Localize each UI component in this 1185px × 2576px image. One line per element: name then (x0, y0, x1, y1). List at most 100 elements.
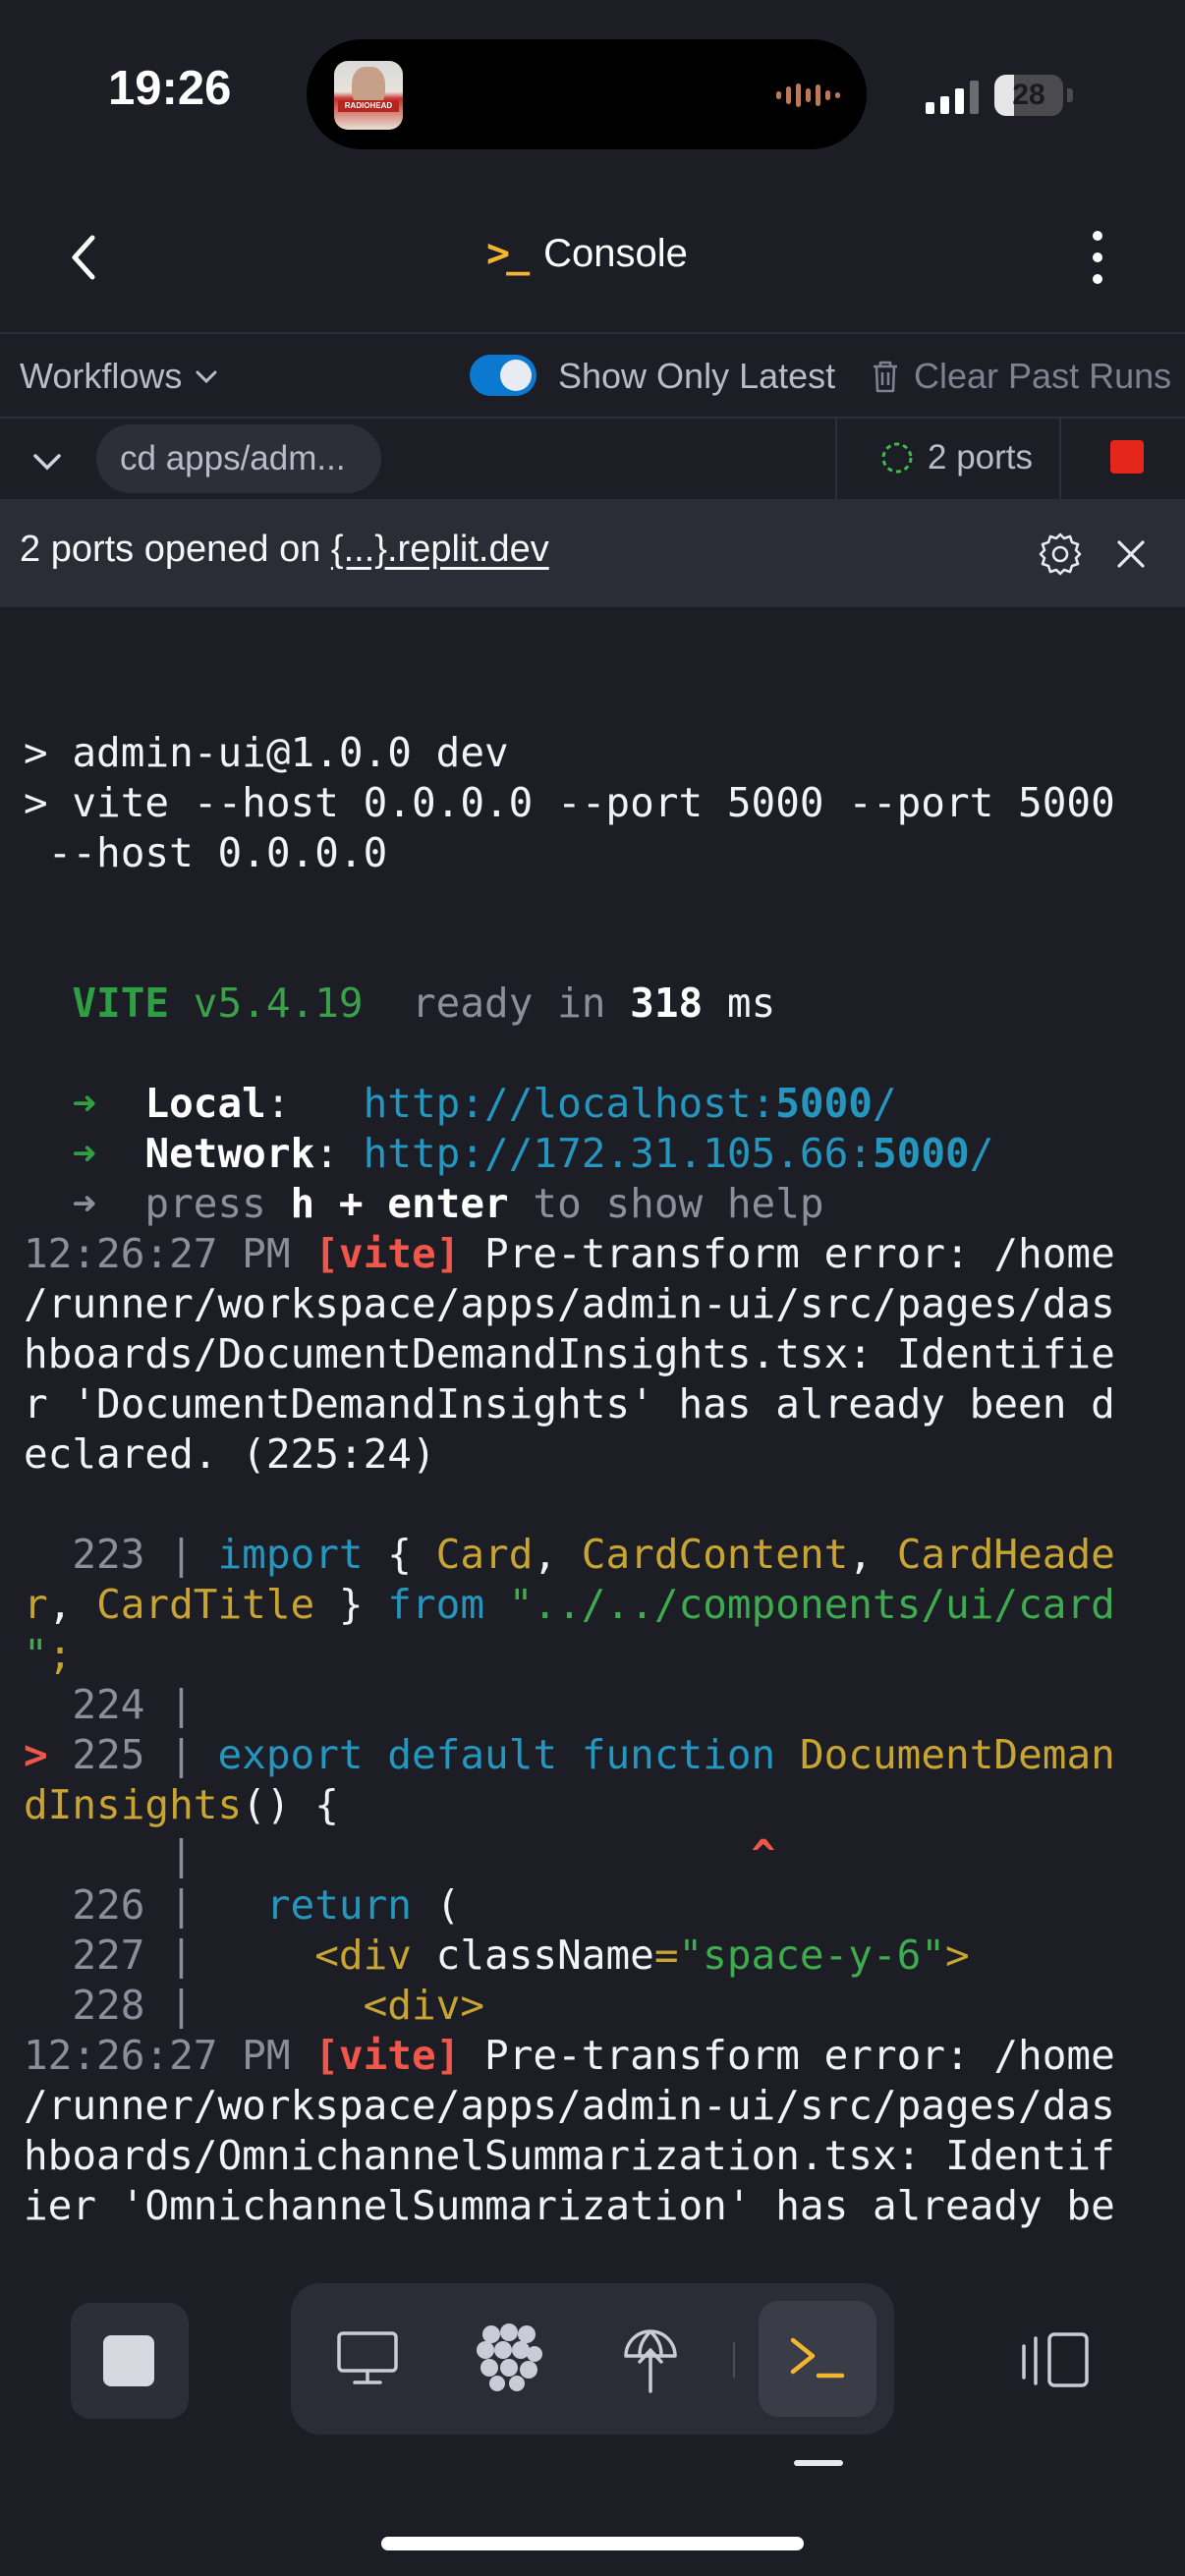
console-text: <div (314, 1932, 412, 1979)
stop-button[interactable] (71, 2303, 189, 2419)
console-text: import (217, 1531, 364, 1578)
console-text: ready in (363, 980, 631, 1027)
console-text: : (265, 1080, 364, 1127)
ports-button[interactable]: 2 ports (880, 438, 1033, 477)
console-text: 5000 (775, 1080, 873, 1127)
chevron-down-icon (196, 370, 217, 384)
console-text: VITE (72, 980, 170, 1027)
workflows-dropdown[interactable]: Workflows (20, 356, 219, 397)
console-output[interactable]: > admin-ui@1.0.0 dev > vite --host 0.0.0.… (0, 678, 1185, 2230)
page-title: Console (543, 231, 688, 275)
port-settings-button[interactable] (1038, 532, 1083, 577)
more-options-button[interactable] (1081, 228, 1114, 287)
workspace-grid-icon (477, 2324, 542, 2391)
close-icon (1117, 540, 1145, 568)
console-text: CardHeade (896, 1531, 1115, 1578)
preview-button[interactable] (318, 2309, 417, 2407)
console-text: | (169, 1932, 194, 1979)
console-text: 228 (24, 1982, 170, 2029)
console-text: ier 'OmnichannelSummarization' has alrea… (24, 2182, 1115, 2229)
console-line: r, CardTitle } from "../../components/ui… (24, 1580, 1185, 1630)
banner-domain-link[interactable]: {...}.replit.dev (331, 529, 549, 570)
console-text: http://172.31.105.66: (363, 1130, 873, 1177)
console-line: hboards/OmnichannelSummarization.tsx: Id… (24, 2131, 1185, 2181)
divider (0, 332, 1185, 334)
nav-title-group: >_ Console (486, 231, 688, 276)
stop-run-button[interactable] (1110, 440, 1144, 474)
cellular-signal-icon (926, 81, 979, 114)
console-line: 223 | import { Card, CardContent, CardHe… (24, 1530, 1185, 1580)
console-line: /runner/workspace/apps/admin-ui/src/page… (24, 1279, 1185, 1329)
gear-icon (1039, 532, 1082, 576)
console-text: r 'DocumentDemandInsights' has already b… (24, 1380, 1115, 1428)
clear-past-runs-button[interactable]: Clear Past Runs (871, 356, 1171, 397)
console-text: > admin-ui@1.0.0 dev (24, 729, 509, 776)
back-button[interactable] (61, 228, 110, 287)
console-text: 225 (47, 1731, 170, 1778)
console-text: CardTitle (96, 1581, 315, 1628)
console-text: [vite] (314, 2032, 461, 2079)
collapse-button[interactable] (28, 442, 67, 481)
clear-past-runs-label: Clear Past Runs (914, 356, 1172, 396)
preview-monitor-icon (337, 2331, 398, 2384)
console-text: / (969, 1130, 994, 1177)
console-line: 226 | return ( (24, 1880, 1185, 1931)
deploy-button[interactable] (601, 2309, 700, 2407)
console-text: export (217, 1731, 364, 1778)
console-text: ; (47, 1631, 73, 1678)
panel-toggle-icon (1022, 2332, 1089, 2387)
loading-ring-icon (881, 442, 913, 474)
console-text: Local (144, 1080, 266, 1127)
console-text: [vite] (314, 1230, 461, 1277)
trash-icon (874, 361, 897, 393)
workflows-label: Workflows (20, 356, 183, 396)
deploy-icon (624, 2329, 677, 2393)
chevron-left-icon (72, 235, 95, 280)
show-only-latest-toggle[interactable] (470, 355, 536, 396)
console-line: r 'DocumentDemandInsights' has already b… (24, 1379, 1185, 1429)
console-line: > admin-ui@1.0.0 dev (24, 728, 1185, 778)
console-text: <div> (363, 1982, 485, 2029)
console-text: dInsights (24, 1781, 243, 1828)
console-text: " (24, 1631, 48, 1678)
console-line: 228 | <div> (24, 1981, 1185, 2031)
panel-toggle-button[interactable] (1018, 2328, 1093, 2391)
console-text: > (945, 1932, 970, 1979)
console-text: | (169, 1831, 194, 1878)
console-line: > vite --host 0.0.0.0 --port 5000 --port… (24, 778, 1185, 828)
console-text: http://localhost: (363, 1080, 776, 1127)
console-text: | (169, 1681, 194, 1728)
console-text: , (47, 1581, 97, 1628)
console-line: 224 | (24, 1680, 1185, 1730)
command-tab[interactable]: cd apps/adm... (96, 424, 381, 493)
close-banner-button[interactable] (1114, 537, 1148, 571)
console-text: hboards/DocumentDemandInsights.tsx: Iden… (24, 1330, 1115, 1377)
console-text: CardContent (581, 1531, 849, 1578)
console-text: default (387, 1731, 558, 1778)
show-only-latest-label: Show Only Latest (558, 356, 836, 396)
console-text: function (581, 1731, 776, 1778)
console-text: /runner/workspace/apps/admin-ui/src/page… (24, 1280, 1115, 1327)
console-button[interactable] (768, 2309, 867, 2407)
console-text: ➜ (72, 1080, 97, 1127)
ports-label: 2 ports (928, 438, 1033, 476)
console-text: Pre-transform error: /home (460, 2032, 1115, 2079)
toggle-knob (500, 360, 532, 391)
console-text: 227 (24, 1932, 170, 1979)
console-text: 12:26:27 PM (24, 2032, 315, 2079)
console-text: { (363, 1531, 436, 1578)
workspace-button[interactable] (460, 2309, 558, 2407)
console-text: eclared. (225:24) (24, 1430, 436, 1478)
console-text: Network (144, 1130, 315, 1177)
album-art-icon[interactable]: RADIOHEAD (334, 61, 403, 130)
console-text: press (96, 1180, 291, 1227)
battery-tip (1067, 88, 1073, 102)
